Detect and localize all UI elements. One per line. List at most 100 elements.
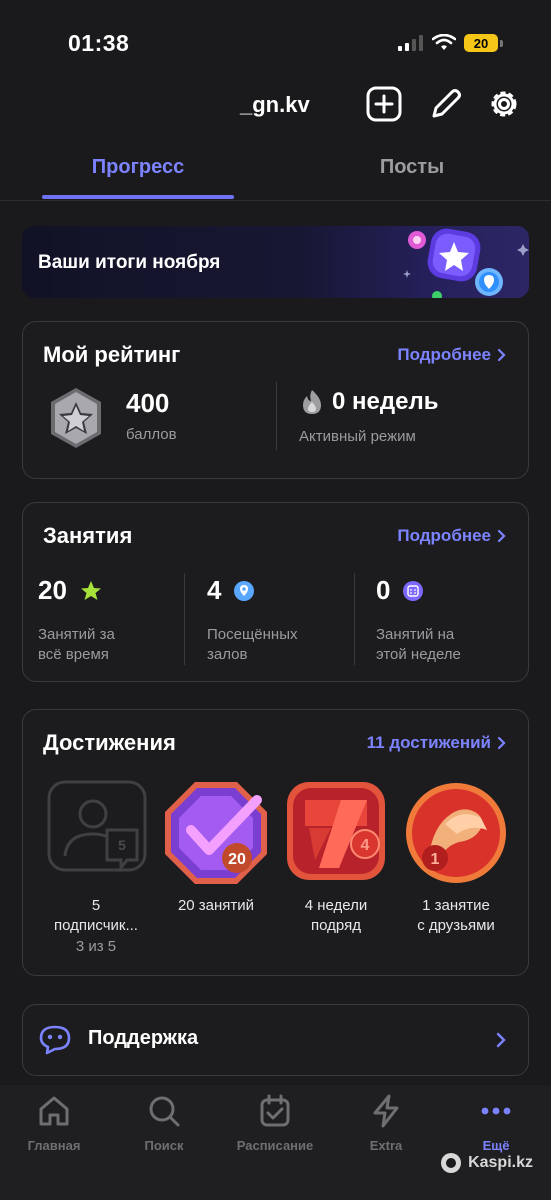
classes-divider-2	[354, 573, 355, 665]
profile-username: _gn.kv	[240, 92, 310, 117]
achievement-4-weeks[interactable]: 4 4 недели подряд	[276, 778, 396, 936]
rating-details-label: Подробнее	[397, 345, 491, 364]
achievements-title: Достижения	[43, 730, 176, 755]
classes-details-link[interactable]: Подробнее	[397, 526, 506, 546]
weeks-badge-number: 4	[361, 837, 370, 854]
nav-extra-label: Extra	[369, 1138, 403, 1153]
star-icon	[80, 580, 101, 600]
nav-search[interactable]: Поиск	[114, 1093, 214, 1153]
lightning-icon	[373, 1094, 399, 1128]
nav-extra[interactable]: Extra	[336, 1093, 436, 1153]
followers-badge-icon: 5	[47, 780, 147, 873]
classes-divider-1	[184, 573, 185, 665]
calendar-icon	[403, 580, 424, 601]
home-icon	[39, 1096, 69, 1126]
handshake-badge-icon: 1	[406, 783, 506, 883]
classes-stat-week: 0	[376, 575, 424, 606]
classes-total-value: 20	[38, 575, 67, 605]
watermark-text: Kaspi.kz	[468, 1154, 533, 1171]
kaspi-logo-icon	[441, 1153, 462, 1173]
banner-star-illustration	[403, 228, 529, 298]
classes-badge-number: 20	[228, 851, 246, 868]
support-row[interactable]: Поддержка	[22, 1004, 529, 1076]
classes-gyms-label: Посещённых залов	[207, 625, 298, 665]
achievement-4-weeks-line2: подряд	[311, 917, 361, 934]
rating-points-value: 400	[126, 388, 170, 418]
rating-details-link[interactable]: Подробнее	[397, 345, 506, 365]
tab-active-indicator	[42, 195, 234, 199]
classes-gyms-label-line1: Посещённых	[207, 626, 298, 643]
nav-more-label: Ещё	[482, 1138, 510, 1153]
nav-search-label: Поиск	[144, 1138, 184, 1153]
tab-progress[interactable]: Прогресс	[42, 156, 234, 179]
classes-gyms-value: 4	[207, 575, 222, 605]
tab-divider	[0, 200, 551, 201]
achievement-20-classes[interactable]: 20 20 занятий	[156, 778, 276, 916]
watermark: Kaspi.kz	[440, 1152, 533, 1174]
checkmark-badge-icon: 20	[165, 782, 267, 884]
nav-schedule-label: Расписание	[236, 1138, 314, 1153]
achievement-20-classes-line1: 20 занятий	[177, 897, 255, 914]
monthly-summary-banner[interactable]: Ваши итоги ноября	[22, 226, 529, 298]
edit-icon[interactable]	[428, 86, 464, 122]
flame-icon	[303, 390, 321, 414]
chevron-right-icon	[497, 348, 506, 362]
chevron-right-icon	[497, 736, 506, 750]
achievements-all-link[interactable]: 11 достижений	[367, 733, 506, 753]
battery-tip	[500, 39, 503, 47]
more-icon	[481, 1107, 511, 1115]
rating-weeks-label: Активный режим	[299, 428, 416, 445]
classes-week-label: Занятий на этой неделе	[376, 625, 461, 665]
achievement-followers[interactable]: 5 5 подписчик... 3 из 5	[36, 778, 156, 955]
add-icon[interactable]	[366, 86, 402, 122]
nav-more[interactable]: Ещё	[446, 1093, 546, 1153]
support-label: Поддержка	[88, 1027, 199, 1049]
tab-posts[interactable]: Посты	[316, 156, 508, 179]
calendar-check-icon	[260, 1094, 290, 1127]
achievement-followers-progress: 3 из 5	[75, 938, 117, 955]
streak-badge-icon: 4	[287, 782, 385, 880]
classes-details-label: Подробнее	[397, 526, 491, 545]
achievement-friends-line1: 1 занятие	[422, 897, 490, 914]
rating-divider	[276, 382, 277, 450]
achievement-followers-line1: 5	[91, 897, 101, 914]
classes-stat-total: 20	[38, 575, 103, 606]
classes-total-label-line2: всё время	[38, 646, 109, 663]
banner-title: Ваши итоги ноября	[38, 252, 221, 273]
classes-week-label-line2: этой неделе	[376, 646, 461, 663]
rating-title: Мой рейтинг	[43, 342, 181, 367]
rating-points-label: баллов	[126, 426, 177, 443]
rating-card: Мой рейтинг Подробнее 400 баллов 0 недел…	[22, 321, 529, 479]
status-icons: 20	[398, 34, 503, 52]
achievement-friends-line2: с друзьями	[417, 917, 495, 934]
rating-star-badge-icon	[51, 388, 101, 448]
classes-total-label: Занятий за всё время	[38, 625, 115, 665]
chevron-right-icon	[497, 529, 506, 543]
classes-week-value: 0	[376, 575, 391, 605]
nav-schedule[interactable]: Расписание	[225, 1093, 325, 1153]
chevron-right-icon	[496, 1032, 506, 1048]
status-time: 01:38	[68, 30, 130, 56]
nav-home-label: Главная	[27, 1138, 81, 1153]
classes-gyms-label-line2: залов	[207, 646, 248, 663]
achievement-friends[interactable]: 1 1 занятие с друзьями	[396, 778, 516, 936]
signal-icon	[398, 35, 423, 51]
wifi-icon	[432, 34, 456, 50]
classes-week-label-line1: Занятий на	[376, 626, 455, 643]
friends-badge-number: 1	[431, 851, 440, 868]
achievements-count-label: 11 достижений	[366, 733, 491, 752]
achievement-followers-line2: подписчик...	[54, 917, 138, 934]
nav-home[interactable]: Главная	[4, 1093, 104, 1153]
classes-total-label-line1: Занятий за	[38, 626, 115, 643]
rating-weeks-value: 0 недель	[332, 388, 439, 415]
classes-card: Занятия Подробнее 20 Занятий за всё врем…	[22, 502, 529, 682]
achievement-4-weeks-line1: 4 недели	[304, 897, 368, 914]
achievements-card: Достижения 11 достижений 5 5 подписчик..…	[22, 709, 529, 976]
location-pin-icon	[234, 580, 255, 601]
classes-stat-gyms: 4	[207, 575, 255, 606]
settings-gear-icon[interactable]	[486, 86, 522, 122]
classes-title: Занятия	[43, 523, 133, 548]
battery-indicator: 20	[464, 34, 498, 52]
followers-badge-number: 5	[118, 837, 126, 853]
support-chat-icon	[39, 1025, 71, 1055]
